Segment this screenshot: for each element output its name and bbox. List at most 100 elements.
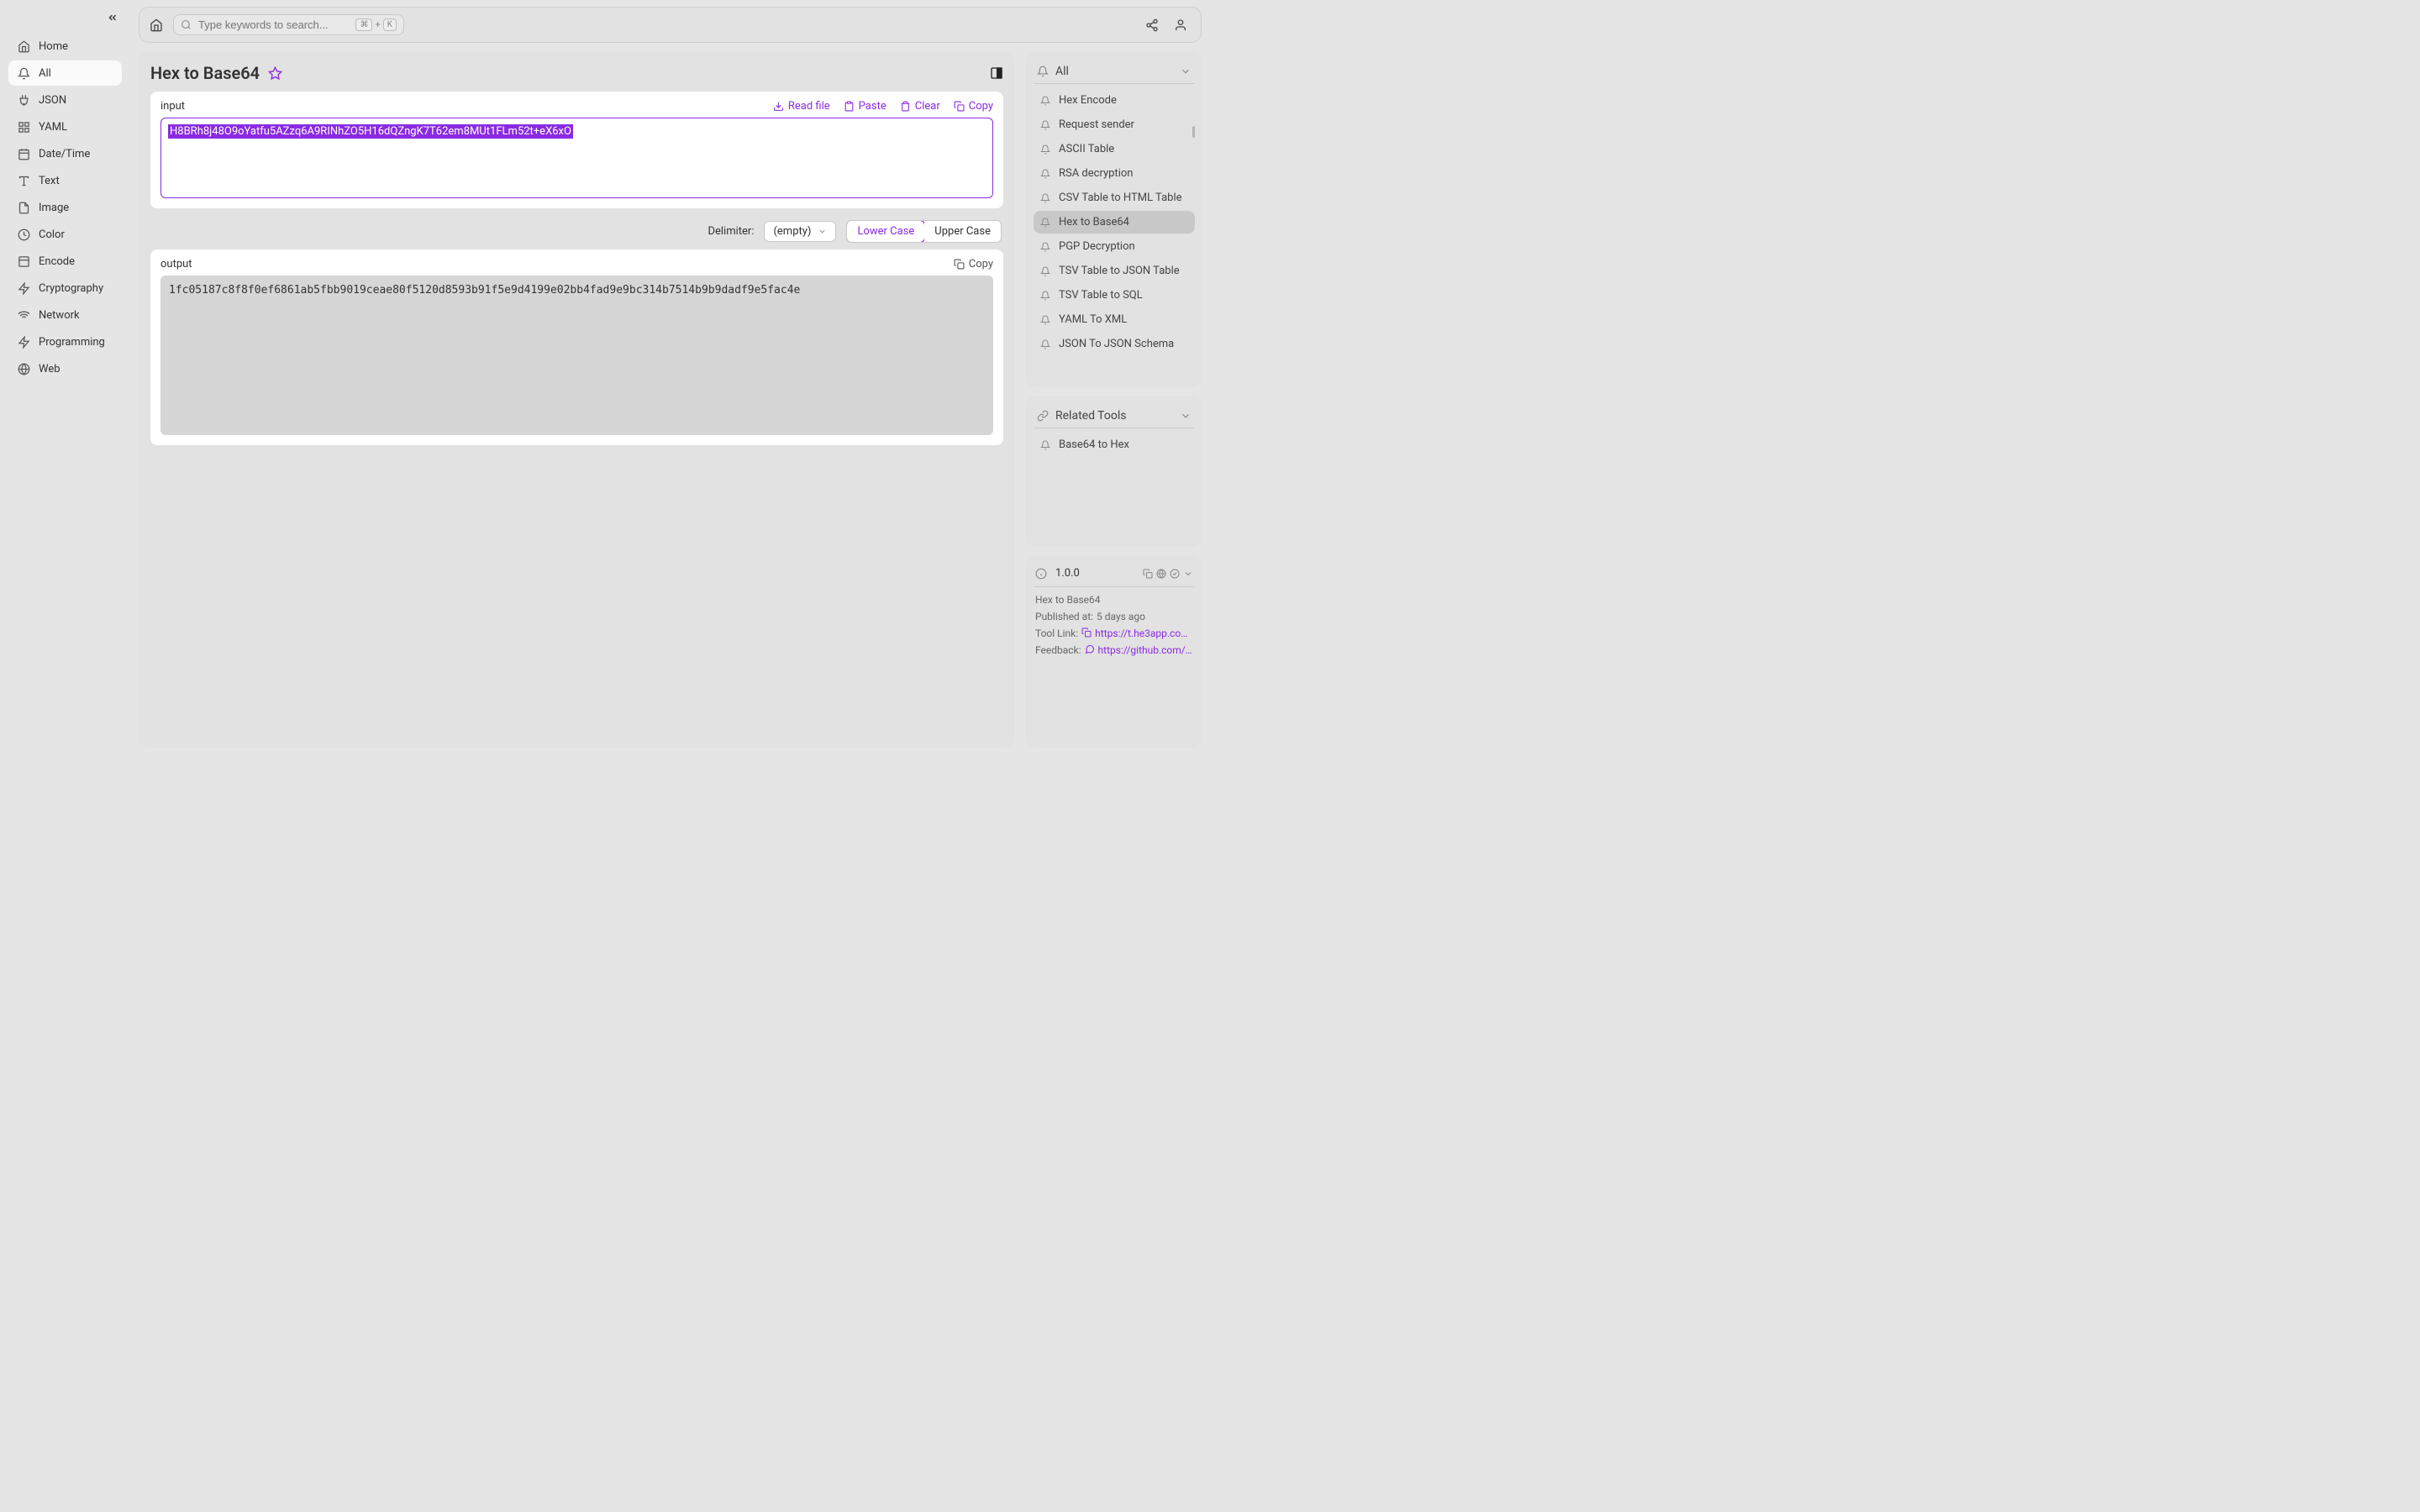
- link-icon: [1037, 410, 1049, 422]
- sidebar-item-json[interactable]: JSON: [8, 87, 122, 113]
- collapse-sidebar-button[interactable]: [8, 7, 122, 34]
- tool-item-label: RSA decryption: [1059, 167, 1133, 180]
- tool-item-label: TSV Table to SQL: [1059, 289, 1143, 302]
- tool-item-label: Request sender: [1059, 118, 1134, 131]
- output-textarea[interactable]: 1fc05187c8f8f0ef6861ab5fbb9019ceae80f512…: [160, 276, 993, 435]
- tool-item[interactable]: TSV Table to SQL: [1034, 284, 1195, 307]
- search-icon: [181, 19, 192, 30]
- tool-item[interactable]: TSV Table to JSON Table: [1034, 260, 1195, 282]
- sidebar-item-home[interactable]: Home: [8, 34, 122, 59]
- sidebar-item-all[interactable]: All: [8, 60, 122, 86]
- message-icon[interactable]: [1085, 644, 1095, 654]
- bell-icon: [1040, 193, 1052, 203]
- main-area: ⌘ + K Hex to Base64: [130, 0, 1210, 756]
- tool-item[interactable]: PGP Decryption: [1034, 235, 1195, 258]
- globe-icon[interactable]: [1156, 569, 1166, 579]
- sidebar-item-label: Encode: [39, 255, 75, 268]
- lowercase-button[interactable]: Lower Case: [846, 220, 925, 243]
- share-icon[interactable]: [1145, 18, 1159, 32]
- uppercase-button[interactable]: Upper Case: [924, 221, 1001, 242]
- sidebar-item-label: YAML: [39, 121, 67, 134]
- copy-input-button[interactable]: Copy: [954, 100, 993, 113]
- sidebar-item-label: Color: [39, 228, 65, 241]
- input-textarea[interactable]: H8BRh8j48O9oYatfu5AZzq6A9RINhZO5H16dQZng…: [160, 118, 993, 198]
- copy-output-button[interactable]: Copy: [954, 258, 993, 270]
- feedback-value[interactable]: https://github.com/…: [1098, 644, 1192, 656]
- output-card: output Copy 1fc05187c8f8f0ef6861ab5fbb90…: [150, 249, 1003, 445]
- home-button[interactable]: [150, 18, 163, 32]
- user-icon[interactable]: [1174, 18, 1187, 32]
- tool-item[interactable]: RSA decryption: [1034, 162, 1195, 185]
- sidebar-item-label: All: [39, 67, 51, 80]
- bell-icon: [1040, 440, 1052, 450]
- related-tools-label: Related Tools: [1055, 409, 1173, 423]
- input-label: input: [160, 100, 185, 113]
- sidebar-item-label: Text: [39, 175, 60, 187]
- clear-button[interactable]: Clear: [900, 100, 940, 113]
- delimiter-select[interactable]: (empty): [764, 221, 836, 242]
- sidebar-item-yaml[interactable]: YAML: [8, 114, 122, 139]
- zap-icon: [17, 335, 30, 349]
- input-card: input Read file Paste Clear Copy H8BRh8j…: [150, 92, 1003, 208]
- search-input[interactable]: [198, 18, 349, 31]
- bell-icon: [1040, 266, 1052, 276]
- topbar: ⌘ + K: [139, 7, 1202, 43]
- tool-item-label: JSON To JSON Schema: [1059, 338, 1174, 350]
- read-file-button[interactable]: Read file: [773, 100, 830, 113]
- sidebar-item-color[interactable]: Color: [8, 222, 122, 247]
- chevron-down-icon[interactable]: [1180, 66, 1192, 77]
- favorite-star-icon[interactable]: [268, 66, 282, 81]
- tool-link-value[interactable]: https://t.he3app.co…: [1095, 627, 1187, 639]
- search-box[interactable]: ⌘ + K: [173, 14, 404, 35]
- published-value: 5 days ago: [1097, 611, 1145, 622]
- bell-icon: [1037, 66, 1049, 77]
- bell-icon: [1040, 218, 1052, 228]
- chevron-down-icon[interactable]: [1183, 569, 1193, 579]
- copy-icon[interactable]: [1081, 627, 1092, 638]
- right-sidebar: All Hex Encode Request sender ASCII Table R…: [1025, 51, 1202, 748]
- chevron-down-icon: [818, 227, 827, 236]
- sidebar-item-text[interactable]: Text: [8, 168, 122, 193]
- tool-item[interactable]: Request sender: [1034, 113, 1195, 136]
- check-icon[interactable]: [1170, 569, 1180, 579]
- tool-item[interactable]: ASCII Table: [1034, 138, 1195, 160]
- box-icon: [17, 255, 30, 268]
- related-tool-item[interactable]: Base64 to Hex: [1034, 433, 1195, 456]
- sidebar-item-programming[interactable]: Programming: [8, 329, 122, 354]
- sidebar-item-date-time[interactable]: Date/Time: [8, 141, 122, 166]
- sidebar-item-label: Cryptography: [39, 282, 103, 295]
- bell-icon: [1040, 169, 1052, 179]
- panel-layout-icon[interactable]: [990, 66, 1003, 80]
- tool-item[interactable]: Hex to Base64: [1034, 211, 1195, 234]
- tool-item[interactable]: CSV Table to HTML Table: [1034, 186, 1195, 209]
- tool-item-label: Hex to Base64: [1059, 216, 1129, 228]
- copy-icon[interactable]: [1143, 569, 1153, 579]
- chevron-down-icon[interactable]: [1180, 410, 1192, 422]
- case-segmented: Lower Case Upper Case: [846, 220, 1002, 243]
- sidebar-item-web[interactable]: Web: [8, 356, 122, 381]
- calendar-icon: [17, 147, 30, 160]
- search-shortcut: ⌘ + K: [355, 18, 397, 31]
- globe-icon: [17, 362, 30, 375]
- sidebar-item-network[interactable]: Network: [8, 302, 122, 328]
- tool-item[interactable]: Hex Encode: [1034, 89, 1195, 112]
- sidebar-item-encode[interactable]: Encode: [8, 249, 122, 274]
- home-icon: [17, 39, 30, 53]
- tool-item-label: CSV Table to HTML Table: [1059, 192, 1182, 204]
- tool-item[interactable]: JSON To JSON Schema: [1034, 333, 1195, 355]
- all-tools-label: All: [1055, 65, 1173, 78]
- bell-icon: [1040, 144, 1052, 155]
- bell-icon: [1040, 242, 1052, 252]
- sidebar: Home All JSON YAML Date/Time Text Image Color En…: [0, 0, 130, 756]
- sidebar-item-label: Network: [39, 309, 80, 322]
- tool-item-label: TSV Table to JSON Table: [1059, 265, 1180, 277]
- tool-item[interactable]: YAML To XML: [1034, 308, 1195, 331]
- sidebar-item-cryptography[interactable]: Cryptography: [8, 276, 122, 301]
- scrollbar-thumb[interactable]: [1192, 126, 1195, 138]
- plug-icon: [17, 93, 30, 107]
- sidebar-item-image[interactable]: Image: [8, 195, 122, 220]
- paste-button[interactable]: Paste: [844, 100, 886, 113]
- feedback-label: Feedback:: [1035, 644, 1081, 656]
- sidebar-item-label: Web: [39, 363, 60, 375]
- loader-icon: [17, 228, 30, 241]
